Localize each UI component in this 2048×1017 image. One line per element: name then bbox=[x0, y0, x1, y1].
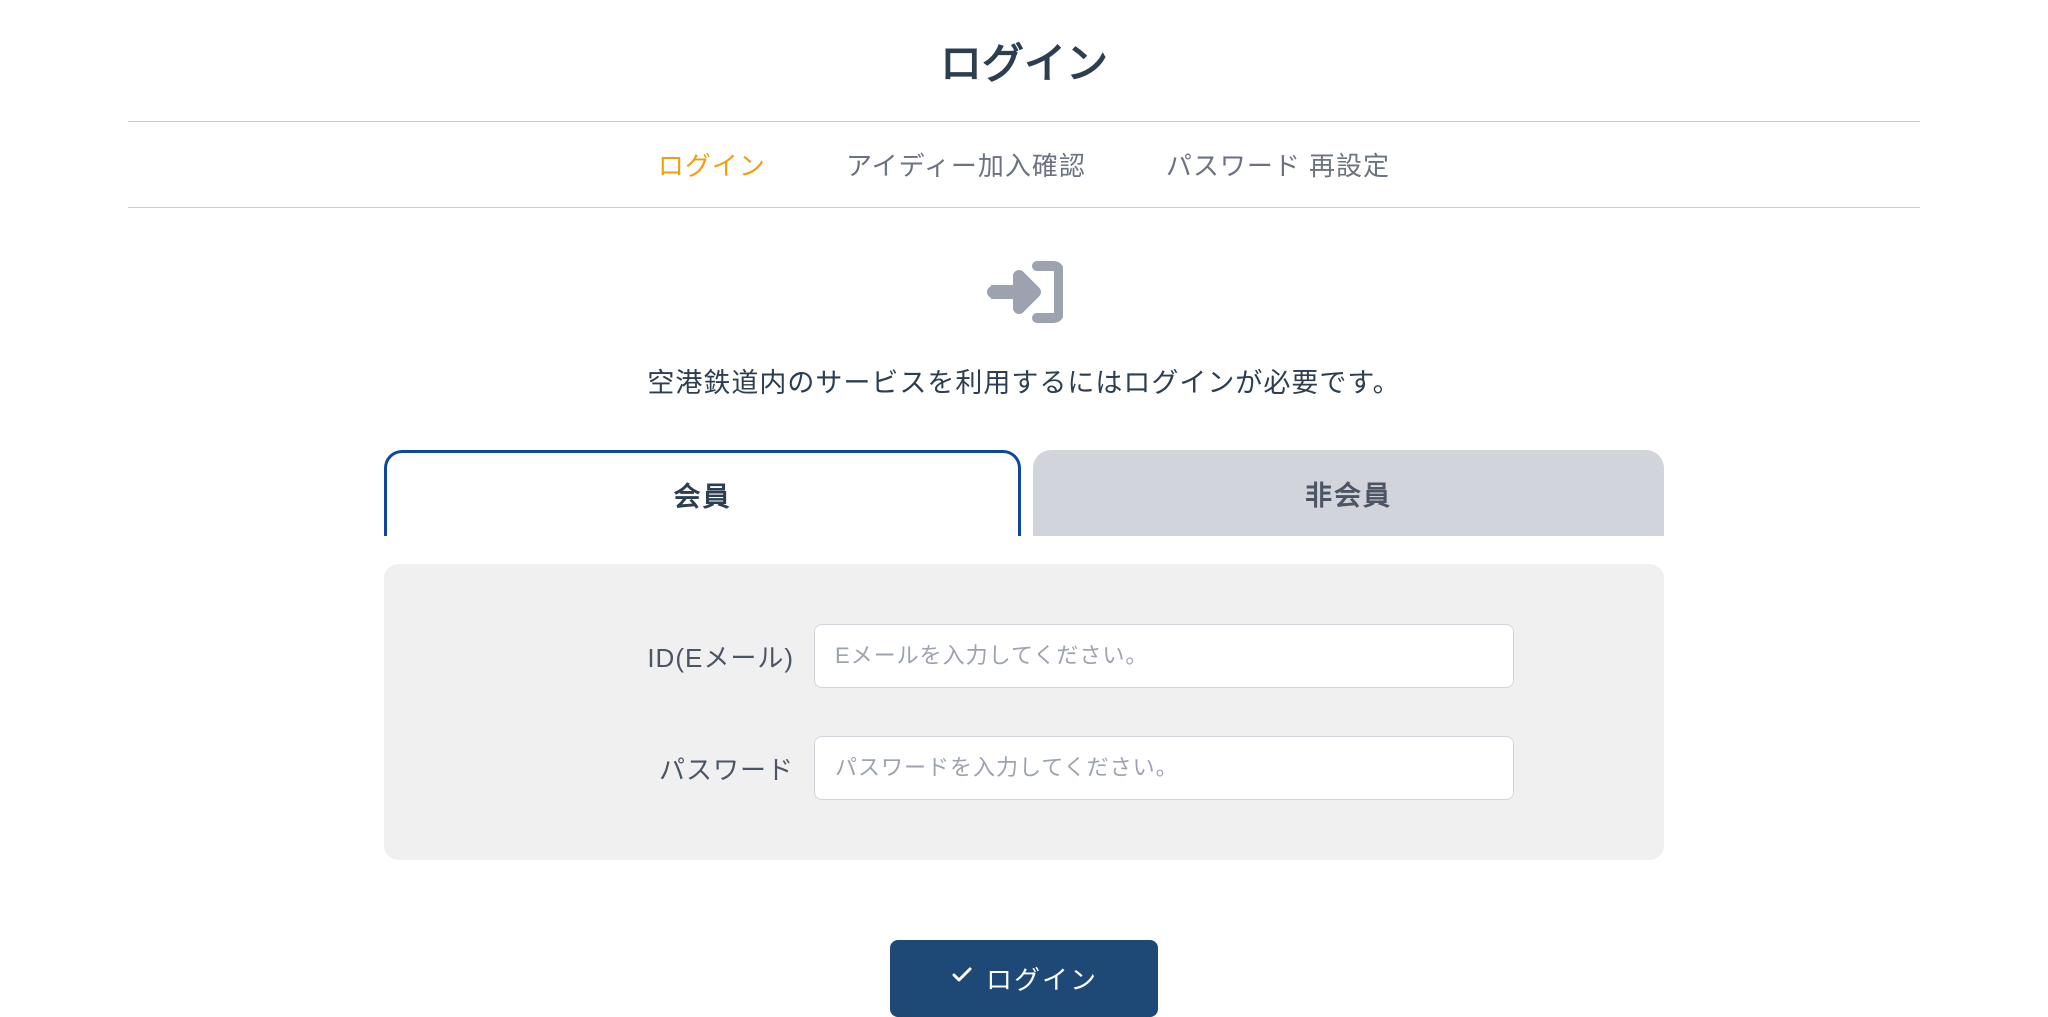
login-form-panel: ID(Eメール) パスワード bbox=[384, 564, 1664, 860]
tab-id-confirm[interactable]: アイディー加入確認 bbox=[846, 146, 1086, 183]
content-area: 空港鉄道内のサービスを利用するにはログインが必要です。 会員 非会員 ID(Eメ… bbox=[128, 208, 1920, 1017]
description-text: 空港鉄道内のサービスを利用するにはログインが必要です。 bbox=[128, 361, 1920, 400]
form-row-email: ID(Eメール) bbox=[424, 624, 1624, 688]
email-label: ID(Eメール) bbox=[534, 638, 814, 675]
nav-tabs: ログイン アイディー加入確認 パスワード 再設定 bbox=[128, 121, 1920, 208]
submit-area: ログイン bbox=[384, 940, 1664, 1017]
tab-member[interactable]: 会員 bbox=[384, 450, 1021, 536]
member-tabs: 会員 非会員 bbox=[384, 450, 1664, 536]
tab-login[interactable]: ログイン bbox=[658, 146, 766, 183]
page-title: ログイン bbox=[128, 0, 1920, 121]
tab-password-reset[interactable]: パスワード 再設定 bbox=[1166, 146, 1390, 183]
form-row-password: パスワード bbox=[424, 736, 1624, 800]
check-icon bbox=[950, 963, 974, 994]
password-label: パスワード bbox=[534, 750, 814, 787]
login-arrow-icon bbox=[985, 258, 1063, 331]
login-button[interactable]: ログイン bbox=[890, 940, 1158, 1017]
form-wrapper: 会員 非会員 ID(Eメール) パスワード bbox=[384, 450, 1664, 1017]
password-field[interactable] bbox=[814, 736, 1514, 800]
tab-non-member[interactable]: 非会員 bbox=[1033, 450, 1664, 536]
login-button-label: ログイン bbox=[986, 960, 1098, 997]
email-field[interactable] bbox=[814, 624, 1514, 688]
